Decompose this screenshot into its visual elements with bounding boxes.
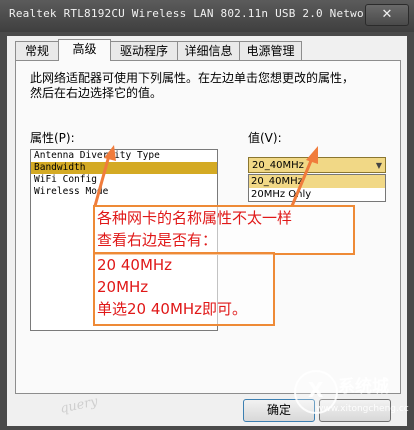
description-line-2: 然后在右边选择它的值。	[30, 86, 163, 100]
annotation-text: 单选20 40MHz即可。	[97, 300, 248, 318]
properties-window: Realtek RTL8192CU Wireless LAN 802.11n U…	[0, 0, 414, 430]
annotation-box-2: 20 40MHz 20MHz 单选20 40MHz即可。	[93, 252, 275, 326]
annotation-box-1: 各种网卡的名称属性不太一样 查看右边是否有：	[93, 205, 355, 255]
description-text: 此网络适配器可使用下列属性。在左边单击您想更改的属性， 然后在右边选择它的值。	[30, 71, 370, 101]
value-combobox[interactable]: 20_40MHz ▼	[248, 157, 386, 173]
logo-text: 系统城	[338, 377, 389, 397]
list-item[interactable]: Wireless Mode	[31, 186, 217, 198]
list-item[interactable]: Antenna Diversity Type	[31, 150, 217, 162]
annotation-text: 20MHz	[97, 278, 149, 296]
value-label: 值(V):	[248, 131, 282, 145]
dropdown-option[interactable]: 20MHz Only	[249, 188, 385, 201]
logo-url: www.xitongcheng.cc	[316, 404, 409, 414]
close-button[interactable]: ✕	[365, 4, 409, 26]
annotation-text: 各种网卡的名称属性不太一样	[97, 209, 293, 227]
close-icon: ✕	[381, 7, 393, 22]
chevron-down-icon[interactable]: ▼	[376, 158, 382, 174]
combo-value: 20_40MHz	[252, 160, 304, 171]
tab-driver[interactable]: 驱动程序	[110, 41, 178, 60]
watermark-logo: X 系统城 www.xitongcheng.cc	[290, 366, 409, 424]
annotation-text: 查看右边是否有：	[97, 231, 218, 249]
property-label: 属性(P):	[30, 131, 75, 145]
title-bar[interactable]: Realtek RTL8192CU Wireless LAN 802.11n U…	[0, 0, 414, 32]
tab-power-management[interactable]: 电源管理	[239, 41, 302, 60]
window-title: Realtek RTL8192CU Wireless LAN 802.11n U…	[9, 7, 405, 20]
tab-general[interactable]: 常规	[15, 41, 59, 60]
list-item-selected[interactable]: Bandwidth	[31, 162, 217, 174]
annotation-text: 20 40MHz	[97, 256, 173, 274]
description-line-1: 此网络适配器可使用下列属性。在左边单击您想更改的属性，	[30, 71, 355, 85]
value-dropdown-list[interactable]: 20_40MHz 20MHz Only	[248, 174, 386, 202]
dropdown-option-selected[interactable]: 20_40MHz	[249, 175, 385, 188]
tab-details[interactable]: 详细信息	[177, 41, 240, 60]
tab-advanced[interactable]: 高级	[58, 39, 111, 61]
list-item[interactable]: WiFi Config	[31, 174, 217, 186]
